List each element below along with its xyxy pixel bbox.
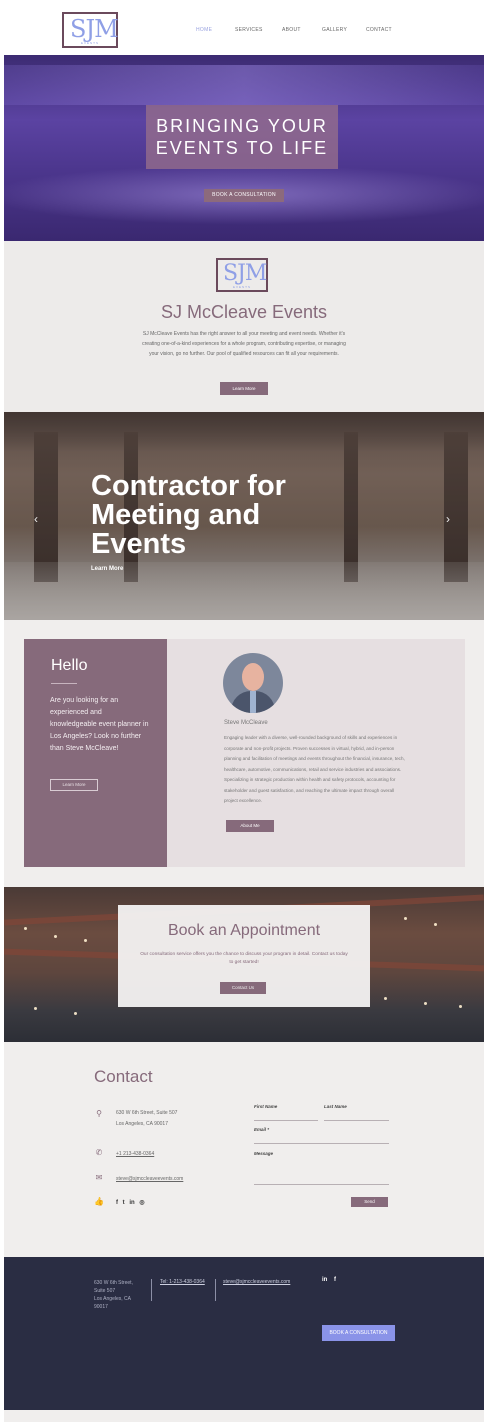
book-appointment-section: Book an Appointment Our consultation ser… bbox=[4, 887, 484, 1042]
slider-next-arrow-icon[interactable]: › bbox=[446, 512, 450, 526]
footer-address-line2: Suite 507 bbox=[94, 1288, 116, 1294]
hello-title: Hello bbox=[51, 657, 88, 674]
phone-icon: ✆ bbox=[95, 1148, 103, 1157]
first-name-field[interactable] bbox=[254, 1120, 318, 1121]
email-label: Email * bbox=[254, 1127, 270, 1132]
hero-title: BRINGING YOUR EVENTS TO LIFE bbox=[146, 115, 338, 159]
hello-learn-more-button[interactable]: Learn More bbox=[50, 779, 98, 791]
about-logo-text: SJM bbox=[223, 261, 267, 286]
about-logo-subtitle: EVENTS bbox=[232, 285, 251, 289]
last-name-label: Last Name bbox=[324, 1104, 347, 1109]
page-frame: SJM EVENTS HOME SERVICES ABOUT GALLERY C… bbox=[4, 4, 484, 1422]
location-pin-icon: ⚲ bbox=[96, 1109, 102, 1118]
hello-panel: Hello Are you looking for an experienced… bbox=[24, 639, 167, 867]
send-button[interactable]: Send bbox=[351, 1197, 388, 1207]
footer-book-consultation-button[interactable]: BOOK A CONSULTATION bbox=[322, 1325, 395, 1341]
nav-services[interactable]: SERVICES bbox=[235, 27, 263, 33]
person-bio: Engaging leader with a diverse, well-rou… bbox=[224, 735, 405, 803]
slider-learn-more-link[interactable]: Learn More bbox=[91, 566, 123, 572]
thumbs-up-icon: 👍 bbox=[94, 1197, 104, 1206]
email-field[interactable] bbox=[254, 1143, 389, 1144]
hello-divider bbox=[51, 683, 77, 684]
contact-email-link[interactable]: steve@sjmccleaveevents.com bbox=[116, 1174, 183, 1185]
social-links: f t in ◎ bbox=[116, 1199, 148, 1206]
person-name: Steve McCleave bbox=[224, 720, 268, 726]
book-title: Book an Appointment bbox=[167, 922, 321, 939]
book-card: Book an Appointment Our consultation ser… bbox=[118, 905, 370, 1007]
last-name-field[interactable] bbox=[324, 1120, 389, 1121]
string-light bbox=[54, 935, 57, 938]
slider-title-line2: Meeting and bbox=[91, 499, 261, 531]
nav-contact[interactable]: CONTACT bbox=[366, 27, 392, 33]
nav-about[interactable]: ABOUT bbox=[282, 27, 301, 33]
contact-phone-link[interactable]: +1 213-438-0364 bbox=[116, 1149, 154, 1160]
footer-divider bbox=[215, 1279, 216, 1301]
about-title: SJ McCleave Events bbox=[160, 302, 328, 322]
contact-title: Contact bbox=[94, 1067, 153, 1086]
instagram-icon[interactable]: ◎ bbox=[139, 1200, 144, 1206]
nav-home[interactable]: HOME bbox=[196, 27, 212, 33]
avatar bbox=[223, 653, 283, 713]
book-text: Our consultation service offers you the … bbox=[140, 952, 348, 965]
linkedin-icon[interactable]: in bbox=[322, 1277, 327, 1283]
book-consultation-button[interactable]: BOOK A CONSULTATION bbox=[204, 189, 284, 202]
message-field[interactable] bbox=[254, 1184, 389, 1185]
learn-more-button[interactable]: Learn More bbox=[220, 382, 268, 395]
site-header: SJM EVENTS HOME SERVICES ABOUT GALLERY C… bbox=[4, 4, 484, 55]
slider-title-line3: Events bbox=[91, 528, 187, 560]
hello-section: Hello Are you looking for an experienced… bbox=[24, 639, 465, 867]
hero-light-band bbox=[4, 65, 484, 105]
string-light bbox=[34, 1007, 37, 1010]
about-text: SJ McCleave Events has the right answer … bbox=[142, 331, 346, 357]
string-light bbox=[424, 1002, 427, 1005]
string-light bbox=[74, 1012, 77, 1015]
string-light bbox=[24, 927, 27, 930]
nav-gallery[interactable]: GALLERY bbox=[322, 27, 347, 33]
footer-phone-link[interactable]: Tel: 1-213-438-0364 bbox=[160, 1279, 205, 1285]
facebook-icon[interactable]: f bbox=[334, 1277, 336, 1283]
hero-banner: BRINGING YOUR EVENTS TO LIFE BOOK A CONS… bbox=[4, 55, 484, 241]
main-nav: HOME SERVICES ABOUT GALLERY CONTACT bbox=[4, 27, 484, 37]
slider-prev-arrow-icon[interactable]: ‹ bbox=[34, 512, 38, 526]
string-light bbox=[459, 1005, 462, 1008]
string-light bbox=[434, 923, 437, 926]
address-line2: Los Angeles, CA 90017 bbox=[116, 1121, 168, 1127]
contact-us-button[interactable]: Contact Us bbox=[220, 982, 266, 994]
hello-text: Are you looking for an experienced and k… bbox=[50, 697, 149, 752]
about-section: SJM EVENTS SJ McCleave Events SJ McCleav… bbox=[4, 241, 484, 412]
avatar-face bbox=[242, 663, 264, 691]
ballroom-slider: Contractor for Meeting and Events Learn … bbox=[4, 412, 484, 620]
string-light bbox=[384, 997, 387, 1000]
contact-section: Contact ⚲ 630 W 6th Street, Suite 507 Lo… bbox=[4, 1042, 484, 1257]
first-name-label: First Name bbox=[254, 1104, 278, 1109]
linkedin-icon[interactable]: in bbox=[129, 1200, 134, 1206]
slider-title-line1: Contractor for bbox=[91, 470, 286, 502]
string-light bbox=[84, 939, 87, 942]
footer-address: 630 W 6th Street, Suite 507 Los Angeles,… bbox=[94, 1279, 144, 1311]
site-footer: 630 W 6th Street, Suite 507 Los Angeles,… bbox=[4, 1257, 484, 1410]
facebook-icon[interactable]: f bbox=[116, 1200, 118, 1206]
footer-social: in f bbox=[322, 1277, 341, 1283]
footer-divider bbox=[151, 1279, 152, 1301]
avatar-tie bbox=[250, 691, 256, 713]
about-me-button[interactable]: About Me bbox=[226, 820, 274, 832]
bottom-strip bbox=[4, 1410, 484, 1422]
footer-address-line3: Los Angeles, CA bbox=[94, 1296, 131, 1302]
logo-subtitle: EVENTS bbox=[80, 41, 99, 45]
string-light bbox=[404, 917, 407, 920]
contact-address: 630 W 6th Street, Suite 507 Los Angeles,… bbox=[116, 1108, 177, 1130]
hero-title-line2: EVENTS TO LIFE bbox=[155, 138, 329, 158]
address-line1: 630 W 6th Street, Suite 507 bbox=[116, 1110, 178, 1116]
mail-icon: ✉ bbox=[95, 1173, 103, 1182]
footer-address-line4: 90017 bbox=[94, 1304, 108, 1310]
slider-title: Contractor for Meeting and Events bbox=[91, 472, 351, 559]
about-logo: SJM EVENTS bbox=[216, 258, 268, 292]
hero-title-box: BRINGING YOUR EVENTS TO LIFE bbox=[146, 105, 338, 169]
hero-title-line1: BRINGING YOUR bbox=[156, 116, 328, 136]
footer-address-line1: 630 W 6th Street, bbox=[94, 1280, 133, 1286]
message-label: Message bbox=[254, 1151, 274, 1156]
twitter-icon[interactable]: t bbox=[123, 1200, 125, 1206]
footer-email-link[interactable]: steve@sjmccleaveevents.com bbox=[223, 1279, 290, 1285]
